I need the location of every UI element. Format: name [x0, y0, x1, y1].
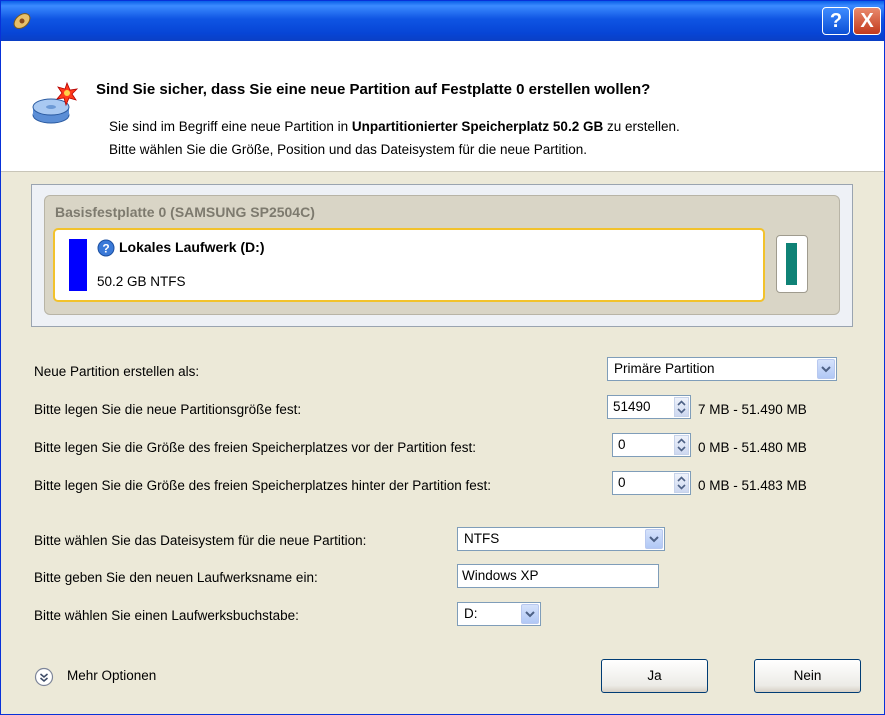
chevron-down-icon[interactable] [645, 529, 663, 549]
create-as-label: Neue Partition erstellen als: [34, 364, 200, 379]
title-bar[interactable]: ? X [1, 1, 884, 41]
svg-text:?: ? [102, 242, 109, 256]
chevron-down-icon[interactable] [521, 604, 539, 624]
yes-button[interactable]: Ja [601, 659, 708, 693]
disk-map-panel: Basisfestplatte 0 (SAMSUNG SP2504C) ? Lo… [31, 184, 853, 327]
description-suffix: zu erstellen. [603, 119, 680, 134]
partition-block-selected[interactable]: ? Lokales Laufwerk (D:) 50.2 GB NTFS [53, 228, 765, 302]
space-after-stepper[interactable]: 0 [612, 471, 691, 495]
drive-name-label: Bitte geben Sie den neuen Laufwerksname … [34, 570, 318, 585]
space-after-range: 0 MB - 51.483 MB [698, 478, 807, 493]
partition-size-value: 51490 [613, 399, 651, 414]
disk-map: Basisfestplatte 0 (SAMSUNG SP2504C) ? Lo… [44, 195, 840, 315]
drive-name-value: Windows XP [462, 568, 539, 583]
question-icon: ? [97, 239, 115, 257]
partition-type-select[interactable]: Primäre Partition [607, 357, 837, 381]
space-after-label: Bitte legen Sie die Größe des freien Spe… [34, 478, 491, 493]
spin-buttons-icon[interactable] [674, 435, 689, 455]
app-icon [13, 13, 31, 29]
unallocated-color-bar [786, 243, 797, 285]
help-button[interactable]: ? [822, 7, 850, 35]
new-partition-disk-icon [32, 81, 79, 124]
space-before-stepper[interactable]: 0 [612, 433, 691, 457]
drive-letter-value: D: [464, 606, 478, 621]
partition-name: Lokales Laufwerk (D:) [119, 239, 265, 255]
more-options-link[interactable]: Mehr Optionen [67, 668, 156, 683]
no-button[interactable]: Nein [754, 659, 861, 693]
description-line-2: Bitte wählen Sie die Größe, Position und… [109, 142, 588, 157]
space-before-value: 0 [618, 437, 626, 452]
drive-letter-select[interactable]: D: [457, 602, 541, 626]
space-before-range: 0 MB - 51.480 MB [698, 440, 807, 455]
size-range: 7 MB - 51.490 MB [698, 402, 807, 417]
description-line-1: Sie sind im Begriff eine neue Partition … [109, 119, 680, 134]
partition-info: 50.2 GB NTFS [97, 274, 186, 289]
description-target-space: Unpartitionierter Speicherplatz 50.2 GB [351, 119, 604, 134]
expand-options-icon[interactable] [34, 667, 54, 687]
close-button[interactable]: X [853, 7, 881, 35]
partition-color-bar [69, 239, 87, 291]
partition-type-value: Primäre Partition [614, 361, 715, 376]
unallocated-block[interactable] [776, 235, 808, 293]
space-before-label: Bitte legen Sie die Größe des freien Spe… [34, 440, 476, 455]
description-prefix: Sie sind im Begriff eine neue Partition … [109, 119, 352, 134]
dialog-question: Sind Sie sicher, dass Sie eine neue Part… [96, 81, 651, 98]
space-after-value: 0 [618, 475, 626, 490]
chevron-down-icon[interactable] [817, 359, 835, 379]
spin-buttons-icon[interactable] [674, 397, 689, 417]
spin-buttons-icon[interactable] [674, 473, 689, 493]
filesystem-label: Bitte wählen Sie das Dateisystem für die… [34, 533, 367, 548]
size-label: Bitte legen Sie die neue Partitionsgröße… [34, 402, 302, 417]
drive-letter-label: Bitte wählen Sie einen Laufwerksbuchstab… [34, 608, 299, 623]
disk-label: Basisfestplatte 0 (SAMSUNG SP2504C) [55, 204, 315, 220]
create-partition-dialog: ? X Sind Sie sicher, dass Sie eine neue … [0, 0, 885, 715]
drive-name-input[interactable]: Windows XP [457, 564, 659, 588]
filesystem-select[interactable]: NTFS [457, 527, 665, 551]
filesystem-value: NTFS [464, 531, 500, 546]
partition-size-stepper[interactable]: 51490 [607, 395, 691, 419]
